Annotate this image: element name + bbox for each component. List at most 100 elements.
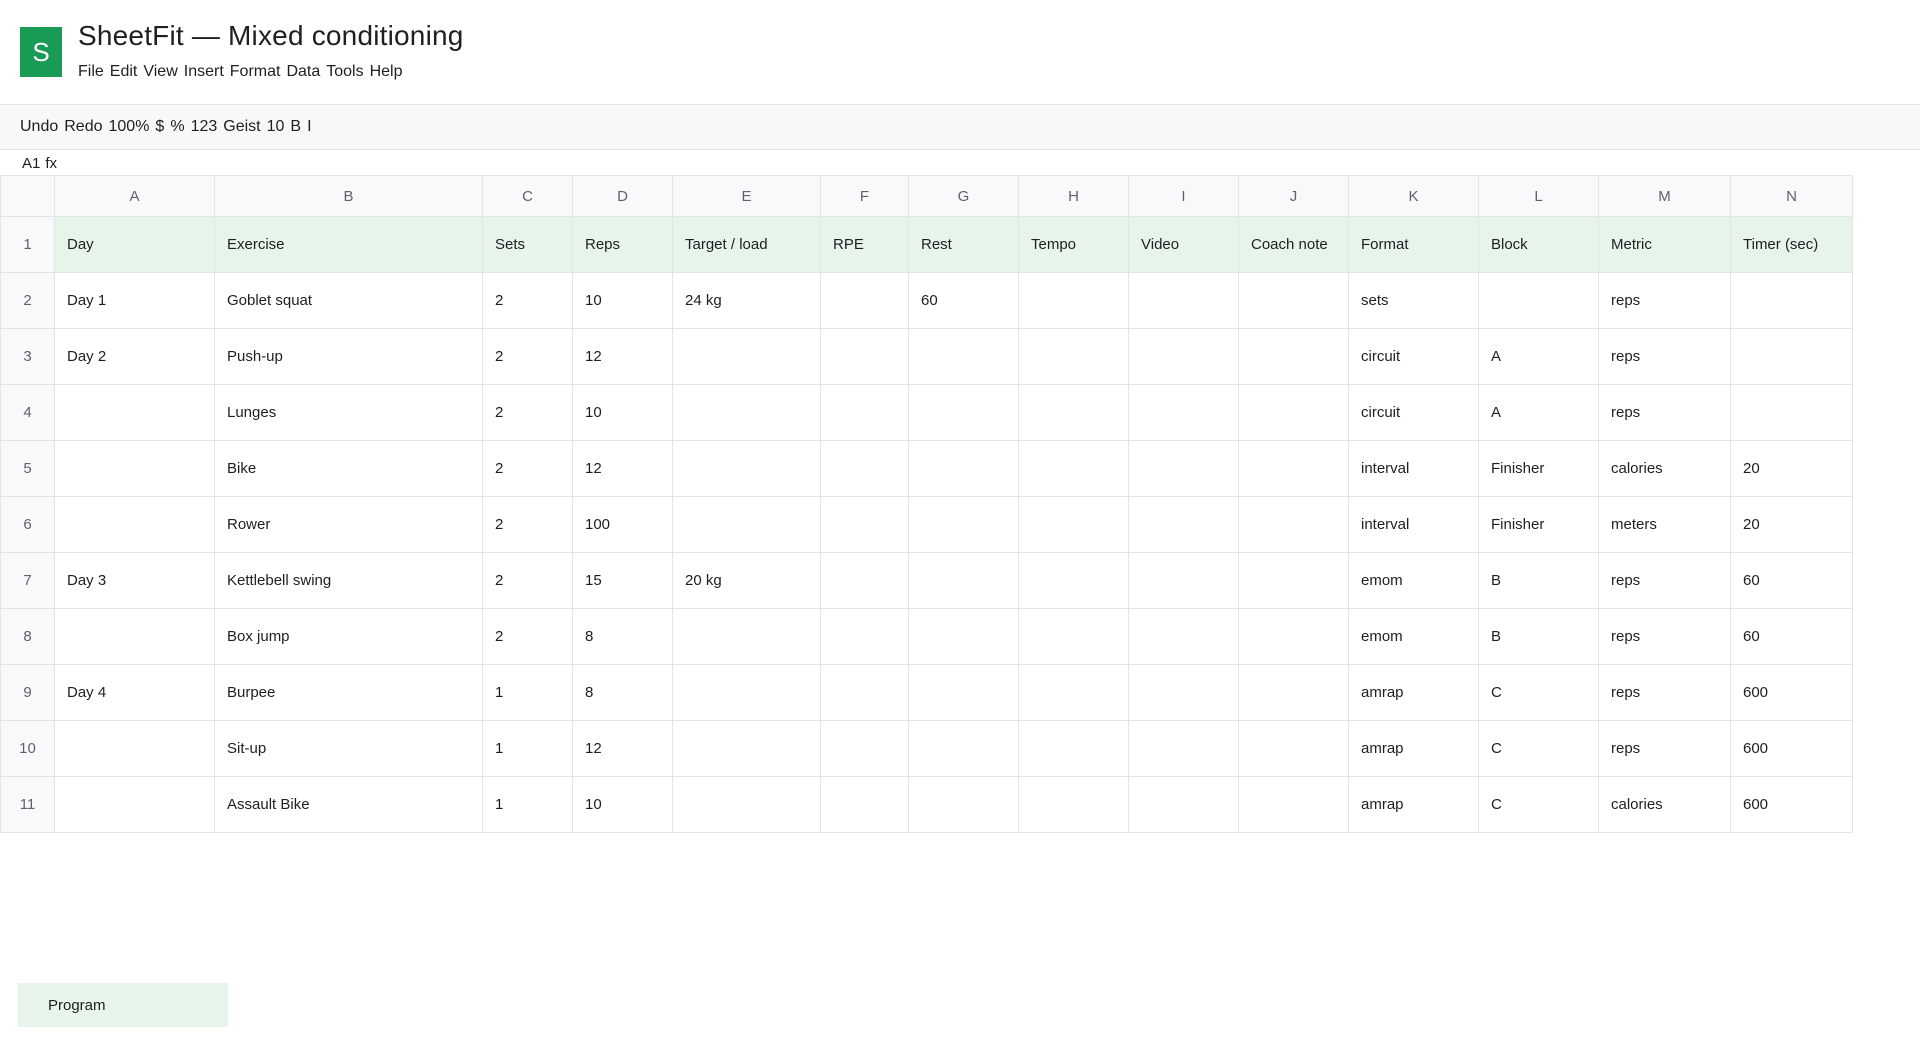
cell-n6[interactable]: 20	[1730, 496, 1853, 553]
cell-d11[interactable]: 10	[572, 776, 673, 833]
cell-i11[interactable]	[1128, 776, 1239, 833]
cell-k11[interactable]: amrap	[1348, 776, 1479, 833]
font-size-select[interactable]: 10	[267, 118, 285, 136]
cell-a10[interactable]	[54, 720, 215, 777]
column-header-d[interactable]: D	[572, 175, 673, 217]
column-header-f[interactable]: F	[820, 175, 909, 217]
cell-a5[interactable]	[54, 440, 215, 497]
cell-m6[interactable]: meters	[1598, 496, 1731, 553]
column-header-h[interactable]: H	[1018, 175, 1129, 217]
column-header-l[interactable]: L	[1478, 175, 1599, 217]
cell-k7[interactable]: emom	[1348, 552, 1479, 609]
cell-d3[interactable]: 12	[572, 328, 673, 385]
cell-j11[interactable]	[1238, 776, 1349, 833]
zoom-select[interactable]: 100%	[109, 118, 150, 136]
cell-f2[interactable]	[820, 272, 909, 329]
cell-h5[interactable]	[1018, 440, 1129, 497]
cell-m5[interactable]: calories	[1598, 440, 1731, 497]
row-number[interactable]: 10	[0, 720, 55, 777]
menu-tools[interactable]: Tools	[326, 63, 363, 81]
cell-e4[interactable]	[672, 384, 821, 441]
cell-b5[interactable]: Bike	[214, 440, 483, 497]
cell-j1[interactable]: Coach note	[1238, 216, 1349, 273]
menu-edit[interactable]: Edit	[110, 63, 138, 81]
cell-i10[interactable]	[1128, 720, 1239, 777]
column-header-n[interactable]: N	[1730, 175, 1853, 217]
cell-h6[interactable]	[1018, 496, 1129, 553]
cell-j10[interactable]	[1238, 720, 1349, 777]
column-header-c[interactable]: C	[482, 175, 573, 217]
cell-e6[interactable]	[672, 496, 821, 553]
row-number[interactable]: 11	[0, 776, 55, 833]
cell-g11[interactable]	[908, 776, 1019, 833]
column-header-j[interactable]: J	[1238, 175, 1349, 217]
cell-b4[interactable]: Lunges	[214, 384, 483, 441]
cell-k5[interactable]: interval	[1348, 440, 1479, 497]
cell-h10[interactable]	[1018, 720, 1129, 777]
cell-n2[interactable]	[1730, 272, 1853, 329]
cell-g10[interactable]	[908, 720, 1019, 777]
cell-f11[interactable]	[820, 776, 909, 833]
cell-j9[interactable]	[1238, 664, 1349, 721]
document-title[interactable]: SheetFit — Mixed conditioning	[78, 20, 464, 52]
cell-d8[interactable]: 8	[572, 608, 673, 665]
cell-a11[interactable]	[54, 776, 215, 833]
cell-k1[interactable]: Format	[1348, 216, 1479, 273]
cell-g6[interactable]	[908, 496, 1019, 553]
cell-b2[interactable]: Goblet squat	[214, 272, 483, 329]
menu-insert[interactable]: Insert	[184, 63, 224, 81]
cell-n9[interactable]: 600	[1730, 664, 1853, 721]
cell-l6[interactable]: Finisher	[1478, 496, 1599, 553]
cell-n3[interactable]	[1730, 328, 1853, 385]
font-family-select[interactable]: Geist	[223, 118, 260, 136]
cell-d1[interactable]: Reps	[572, 216, 673, 273]
column-header-k[interactable]: K	[1348, 175, 1479, 217]
cell-j5[interactable]	[1238, 440, 1349, 497]
cell-c1[interactable]: Sets	[482, 216, 573, 273]
cell-k9[interactable]: amrap	[1348, 664, 1479, 721]
cell-b9[interactable]: Burpee	[214, 664, 483, 721]
cell-i8[interactable]	[1128, 608, 1239, 665]
cell-n10[interactable]: 600	[1730, 720, 1853, 777]
menu-format[interactable]: Format	[230, 63, 281, 81]
cell-a2[interactable]: Day 1	[54, 272, 215, 329]
cell-i4[interactable]	[1128, 384, 1239, 441]
cell-f6[interactable]	[820, 496, 909, 553]
cell-k3[interactable]: circuit	[1348, 328, 1479, 385]
cell-f3[interactable]	[820, 328, 909, 385]
cell-c10[interactable]: 1	[482, 720, 573, 777]
menu-help[interactable]: Help	[370, 63, 403, 81]
row-number[interactable]: 4	[0, 384, 55, 441]
cell-a7[interactable]: Day 3	[54, 552, 215, 609]
cell-l7[interactable]: B	[1478, 552, 1599, 609]
cell-l2[interactable]	[1478, 272, 1599, 329]
column-header-i[interactable]: I	[1128, 175, 1239, 217]
cell-g8[interactable]	[908, 608, 1019, 665]
cell-c6[interactable]: 2	[482, 496, 573, 553]
cell-reference[interactable]: A1	[22, 155, 40, 172]
cell-l3[interactable]: A	[1478, 328, 1599, 385]
cell-i3[interactable]	[1128, 328, 1239, 385]
cell-a3[interactable]: Day 2	[54, 328, 215, 385]
cell-l5[interactable]: Finisher	[1478, 440, 1599, 497]
cell-e11[interactable]	[672, 776, 821, 833]
cell-h7[interactable]	[1018, 552, 1129, 609]
cell-i2[interactable]	[1128, 272, 1239, 329]
row-number[interactable]: 7	[0, 552, 55, 609]
cell-n8[interactable]: 60	[1730, 608, 1853, 665]
cell-m10[interactable]: reps	[1598, 720, 1731, 777]
undo-button[interactable]: Undo	[20, 118, 58, 136]
cell-i7[interactable]	[1128, 552, 1239, 609]
column-header-e[interactable]: E	[672, 175, 821, 217]
cell-e5[interactable]	[672, 440, 821, 497]
cell-b8[interactable]: Box jump	[214, 608, 483, 665]
cell-m9[interactable]: reps	[1598, 664, 1731, 721]
cell-h9[interactable]	[1018, 664, 1129, 721]
cell-g1[interactable]: Rest	[908, 216, 1019, 273]
cell-a6[interactable]	[54, 496, 215, 553]
cell-j2[interactable]	[1238, 272, 1349, 329]
cell-j8[interactable]	[1238, 608, 1349, 665]
cell-n11[interactable]: 600	[1730, 776, 1853, 833]
row-number[interactable]: 1	[0, 216, 55, 273]
cell-m11[interactable]: calories	[1598, 776, 1731, 833]
